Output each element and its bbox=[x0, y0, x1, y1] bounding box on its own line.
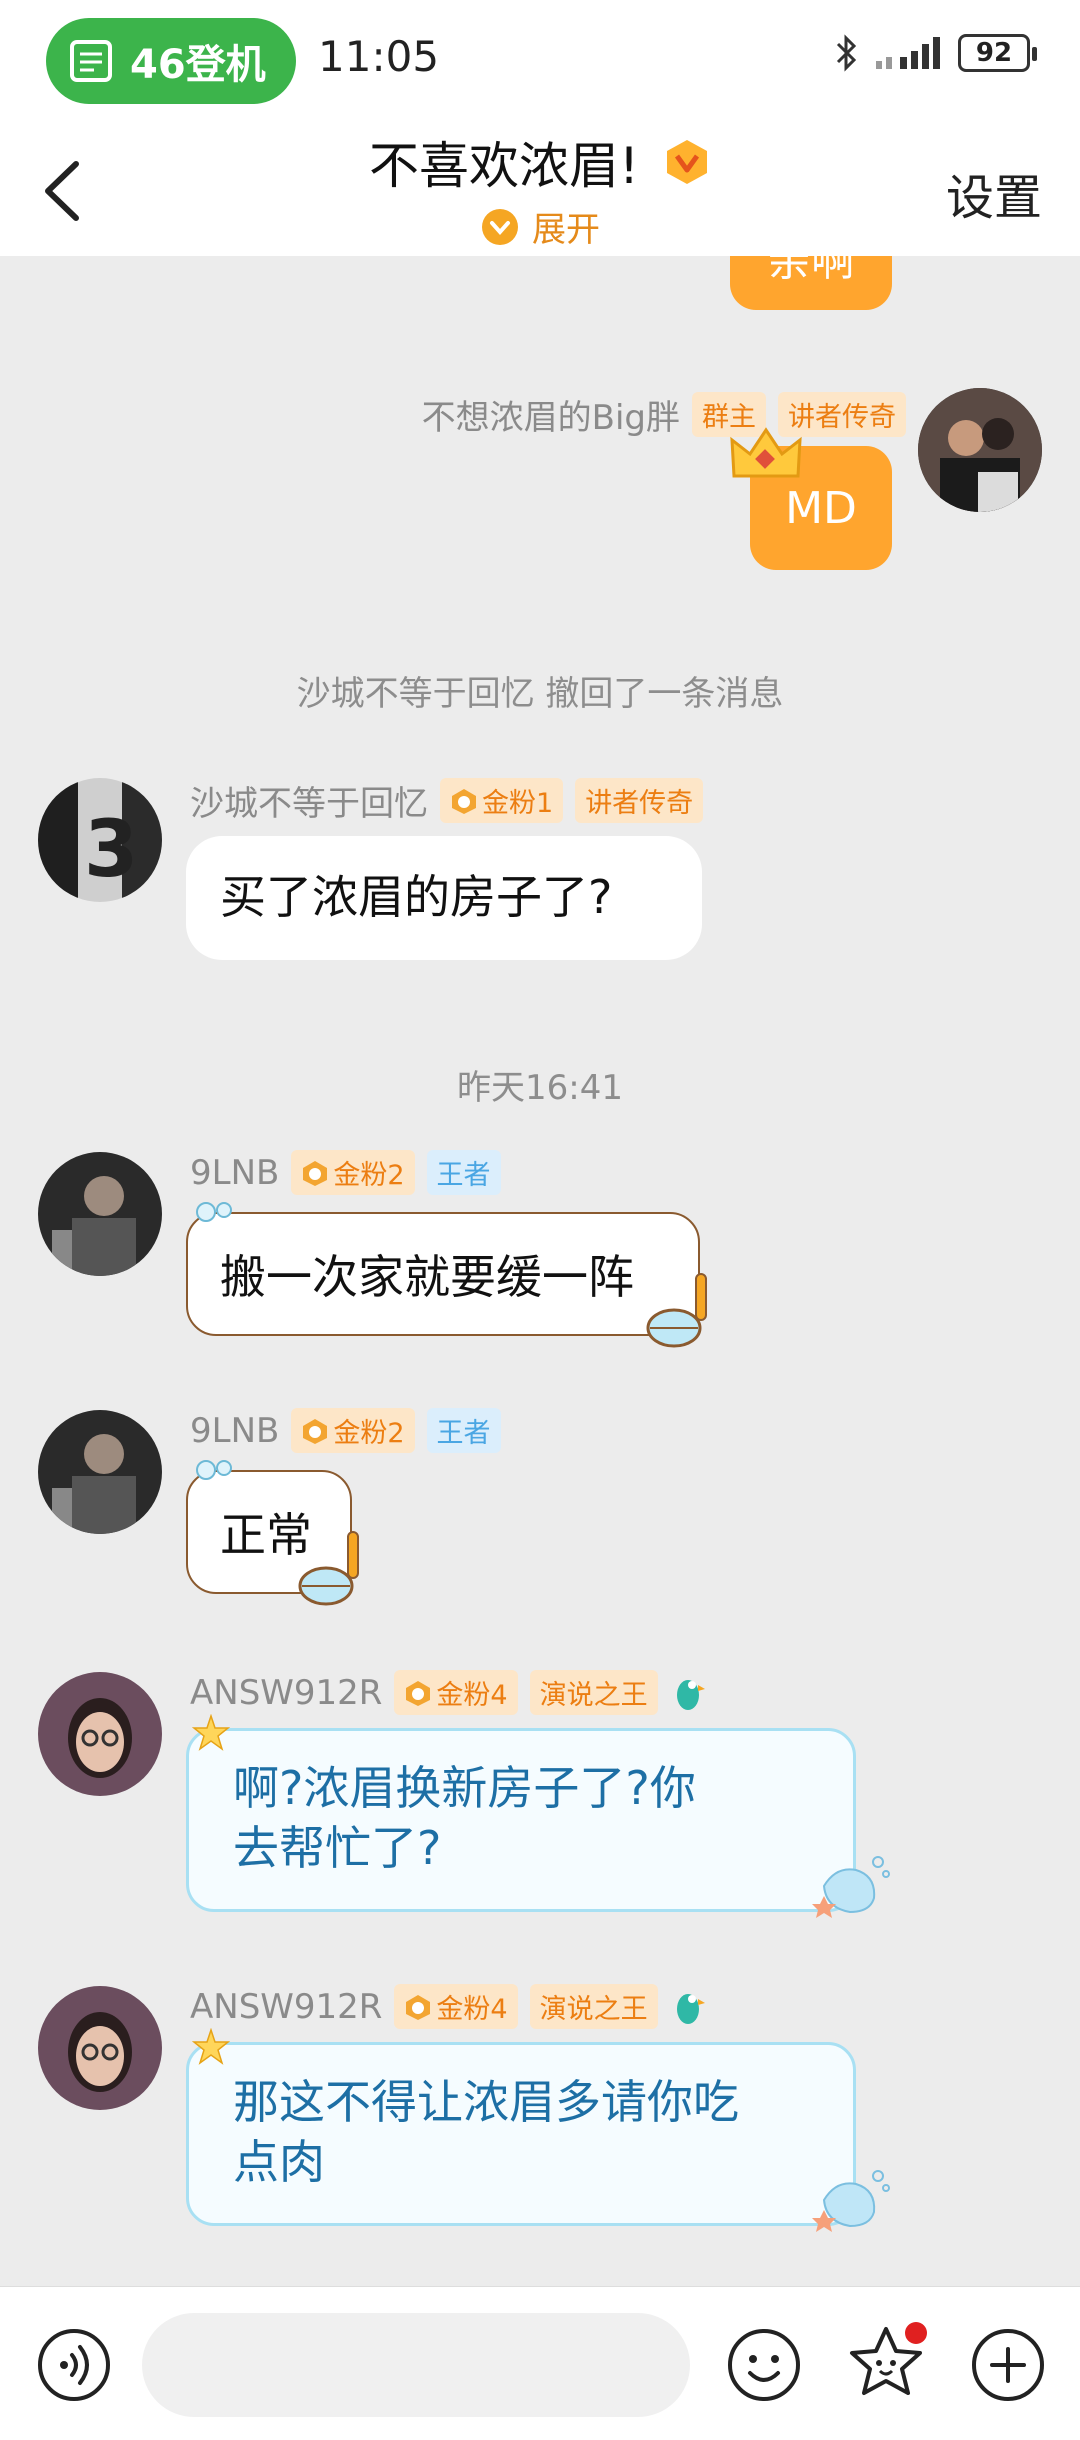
status-bar: 46登机 11:05 92 bbox=[0, 0, 1080, 118]
message-text: MD bbox=[785, 482, 857, 534]
plus-icon[interactable] bbox=[970, 2327, 1046, 2403]
message-bubble[interactable]: 搬一次家就要缓一阵 bbox=[186, 1212, 700, 1336]
pill-text: 46登机 bbox=[130, 42, 266, 88]
fan-badge: 金粉4 bbox=[394, 1670, 518, 1715]
avatar[interactable] bbox=[38, 1410, 162, 1534]
avatar[interactable] bbox=[38, 1986, 162, 2110]
battery-level: 92 bbox=[975, 38, 1013, 68]
status-time: 11:05 bbox=[318, 32, 440, 81]
avatar-photo bbox=[38, 1672, 162, 1796]
chevron-down-circle-icon bbox=[482, 208, 518, 245]
fan-badge-label: 金粉1 bbox=[482, 788, 554, 819]
voice-icon[interactable] bbox=[36, 2327, 112, 2403]
avatar[interactable] bbox=[38, 1152, 162, 1276]
system-icons: 92 bbox=[834, 34, 1037, 72]
group-title: 不喜欢浓眉! bbox=[368, 137, 640, 195]
message-bubble[interactable]: 啊?浓眉换新房子了?你 去帮忙了? bbox=[186, 1728, 856, 1912]
sender-line: 沙城不等于回忆 金粉1 讲者传奇 bbox=[190, 776, 704, 825]
message-bubble[interactable]: 买了浓眉的房子了? bbox=[186, 836, 702, 960]
avatar[interactable] bbox=[918, 388, 1042, 512]
fan-badge: 金粉2 bbox=[291, 1150, 415, 1195]
chat-header: 不喜欢浓眉! 展开 设置 bbox=[0, 118, 1080, 256]
svg-text:3: 3 bbox=[84, 805, 138, 895]
expand-toggle[interactable]: 展开 bbox=[0, 202, 1080, 251]
seashell-icon bbox=[812, 2170, 890, 2232]
fan-badge-label: 金粉2 bbox=[333, 1418, 405, 1449]
sender-name[interactable]: 9LNB bbox=[190, 1153, 279, 1193]
message-text: 买了浓眉的房子了? bbox=[220, 870, 613, 925]
bubble-deco-icon bbox=[196, 1202, 232, 1222]
avatar-photo bbox=[38, 1152, 162, 1276]
fan-badge-icon bbox=[303, 1160, 328, 1186]
starfish-icon bbox=[192, 1714, 230, 1751]
parrot-icon bbox=[676, 1993, 705, 2024]
input-bar bbox=[0, 2286, 1080, 2440]
level-badge: 演说之王 bbox=[529, 1670, 658, 1715]
boarding-pass-icon bbox=[70, 40, 112, 82]
level-badge: 讲者传奇 bbox=[575, 778, 704, 823]
crown-icon bbox=[730, 427, 802, 478]
sender-name[interactable]: 9LNB bbox=[190, 1411, 279, 1451]
fan-badge-label: 金粉4 bbox=[436, 1994, 508, 2025]
fan-badge-icon bbox=[452, 788, 476, 814]
sender-name[interactable]: ANSW912R bbox=[190, 1673, 382, 1713]
chat-area[interactable]: 亲啊 不想浓眉的Big胖 群主 讲者传奇 MD 沙城不等于回忆 撤回了一条消息 … bbox=[0, 256, 1080, 2286]
system-message: 沙城不等于回忆 撤回了一条消息 bbox=[296, 674, 784, 714]
fan-badge: 金粉2 bbox=[291, 1408, 415, 1453]
settings-button[interactable]: 设置 bbox=[946, 158, 1042, 228]
message-text-line: 去帮忙了? bbox=[233, 1820, 442, 1875]
timestamp: 昨天16:41 bbox=[457, 1068, 623, 1108]
message-bubble-outgoing[interactable]: 亲啊 bbox=[730, 256, 892, 310]
verified-badge-icon bbox=[667, 140, 708, 184]
message-text-line: 那这不得让浓眉多请你吃 bbox=[233, 2075, 739, 2129]
fan-badge-icon bbox=[406, 1994, 431, 2020]
fan-badge-label: 金粉2 bbox=[333, 1160, 405, 1191]
boarding-pill[interactable]: 46登机 bbox=[46, 18, 296, 104]
snorkel-mask-icon bbox=[646, 1273, 707, 1348]
avatar-photo bbox=[38, 1410, 162, 1534]
level-badge: 王者 bbox=[426, 1408, 501, 1453]
level-badge: 演说之王 bbox=[529, 1984, 658, 2029]
notification-dot bbox=[905, 2322, 927, 2344]
star-face-icon[interactable] bbox=[846, 2321, 930, 2405]
message-text-line: 点肉 bbox=[233, 2134, 325, 2189]
sender-line: 不想浓眉的Big胖 群主 讲者传奇 bbox=[422, 390, 906, 439]
avatar-photo bbox=[918, 388, 1042, 512]
sender-line: 9LNB 金粉2 王者 bbox=[190, 1150, 501, 1195]
avatar[interactable]: 3 bbox=[38, 778, 162, 902]
fan-badge-icon bbox=[303, 1418, 328, 1444]
message-bubble[interactable]: 那这不得让浓眉多请你吃 点肉 bbox=[186, 2042, 856, 2226]
fan-badge-icon bbox=[406, 1680, 431, 1706]
avatar-photo: 3 bbox=[38, 778, 162, 902]
message-text: 搬一次家就要缓一阵 bbox=[220, 1250, 634, 1304]
snorkel-mask-icon bbox=[298, 1531, 359, 1606]
message-text: 亲啊 bbox=[767, 256, 855, 286]
sender-line: 9LNB 金粉2 王者 bbox=[190, 1408, 501, 1453]
message-text-line: 啊?浓眉换新房子了?你 bbox=[233, 1761, 696, 1815]
battery-indicator: 92 bbox=[958, 34, 1037, 72]
message-input[interactable] bbox=[142, 2313, 690, 2417]
bluetooth-icon bbox=[836, 34, 857, 72]
fan-badge: 金粉1 bbox=[440, 778, 564, 823]
signal-icon bbox=[876, 37, 940, 69]
seashell-icon bbox=[812, 1856, 890, 1918]
sender-name[interactable]: ANSW912R bbox=[190, 1987, 382, 2027]
sender-line: ANSW912R 金粉4 演说之王 bbox=[190, 1670, 706, 1715]
parrot-icon bbox=[676, 1679, 705, 1710]
sender-name[interactable]: 沙城不等于回忆 bbox=[190, 776, 428, 825]
sender-name[interactable]: 不想浓眉的Big胖 bbox=[422, 390, 680, 439]
fan-badge: 金粉4 bbox=[394, 1984, 518, 2029]
expand-label: 展开 bbox=[532, 210, 600, 250]
fan-badge-label: 金粉4 bbox=[436, 1680, 508, 1711]
bubble-deco-icon bbox=[196, 1460, 232, 1480]
sender-line: ANSW912R 金粉4 演说之王 bbox=[190, 1984, 706, 2029]
emoji-icon[interactable] bbox=[726, 2327, 802, 2403]
starfish-icon bbox=[192, 2028, 230, 2065]
avatar[interactable] bbox=[38, 1672, 162, 1796]
avatar-photo bbox=[38, 1986, 162, 2110]
level-badge: 王者 bbox=[426, 1150, 501, 1195]
